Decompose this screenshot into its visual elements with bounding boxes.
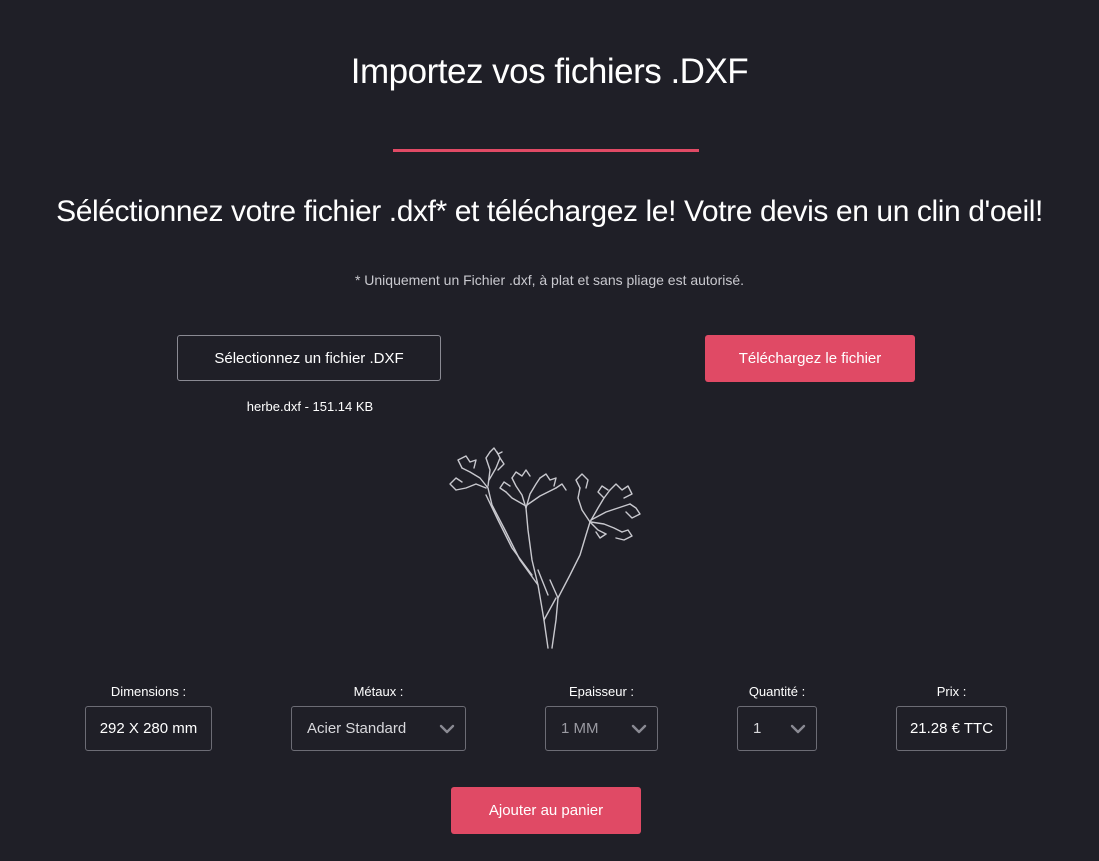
metaux-selected-value: Acier Standard [307, 720, 407, 737]
page-title: Importez vos fichiers .DXF [350, 52, 749, 91]
prix-label: Prix : [936, 684, 967, 699]
title-divider [393, 149, 699, 152]
quantite-selected-value: 1 [753, 720, 762, 737]
dimensions-label: Dimensions : [110, 684, 187, 699]
prix-value-box: 21.28 € TTC [896, 706, 1007, 751]
quantite-label: Quantité : [748, 684, 806, 699]
epaisseur-selected-value: 1 MM [561, 720, 599, 737]
quantite-select[interactable]: 1 [737, 706, 817, 751]
dimensions-value: 292 X 280 mm [99, 720, 198, 737]
metaux-select[interactable]: Acier Standard [291, 706, 466, 751]
metaux-label: Métaux : [353, 684, 404, 699]
chevron-down-icon [429, 707, 465, 750]
dxf-import-page: Importez vos fichiers .DXF Séléctionnez … [0, 0, 1099, 861]
chevron-down-icon [621, 707, 657, 750]
chevron-down-icon [780, 707, 816, 750]
select-file-button[interactable]: Sélectionnez un fichier .DXF [177, 335, 441, 381]
selected-file-info: herbe.dxf - 151.14 KB [246, 399, 374, 414]
upload-file-button[interactable]: Téléchargez le fichier [705, 335, 915, 382]
dimensions-value-box: 292 X 280 mm [85, 706, 212, 751]
plant-drawing-preview [449, 447, 641, 649]
page-subtitle: Séléctionnez votre fichier .dxf* et télé… [56, 195, 1043, 228]
epaisseur-label: Epaisseur : [568, 684, 635, 699]
file-constraint-note: * Uniquement un Fichier .dxf, à plat et … [354, 272, 745, 288]
add-to-cart-button[interactable]: Ajouter au panier [451, 787, 641, 834]
epaisseur-select[interactable]: 1 MM [545, 706, 658, 751]
prix-value: 21.28 € TTC [909, 720, 994, 737]
